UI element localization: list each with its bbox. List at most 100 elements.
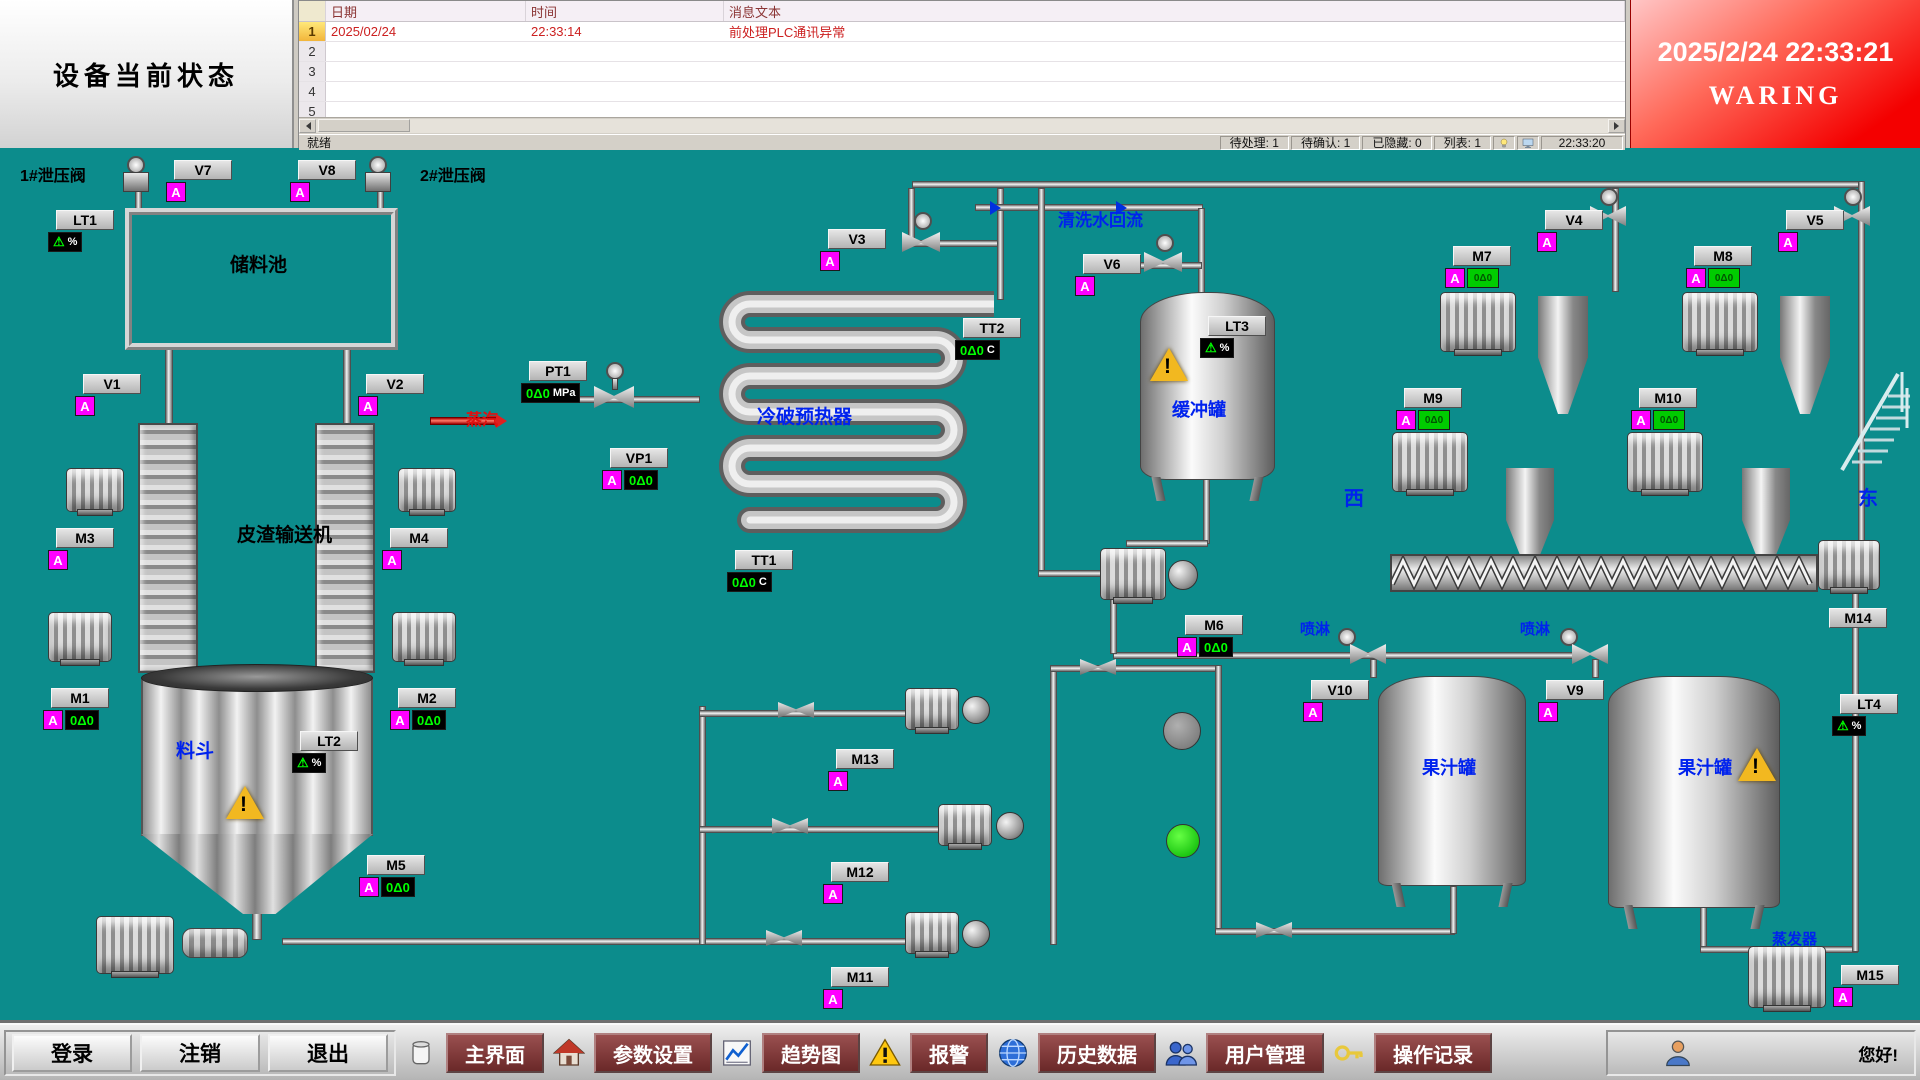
tag-m2[interactable]: M2A0Δ0 bbox=[398, 688, 456, 730]
tag-m8[interactable]: M8A0Δ0 bbox=[1694, 246, 1752, 288]
tag-label[interactable]: M7 bbox=[1453, 246, 1511, 266]
tag-label[interactable]: M13 bbox=[836, 749, 894, 769]
alarm-row[interactable]: 4 bbox=[299, 82, 1625, 102]
tag-label[interactable]: M10 bbox=[1639, 388, 1697, 408]
tag-m7[interactable]: M7A0Δ0 bbox=[1453, 246, 1511, 288]
tag-label[interactable]: M6 bbox=[1185, 615, 1243, 635]
tag-label[interactable]: V7 bbox=[174, 160, 232, 180]
tag-v8[interactable]: V8A bbox=[298, 160, 356, 202]
tag-label[interactable]: M15 bbox=[1841, 965, 1899, 985]
tag-label[interactable]: LT1 bbox=[56, 210, 114, 230]
alarm-row[interactable]: 5 bbox=[299, 102, 1625, 117]
alarm-row[interactable]: 2 bbox=[299, 42, 1625, 62]
v6-valve-wheel-icon[interactable] bbox=[1156, 234, 1174, 252]
tag-lt3[interactable]: LT3⚠% bbox=[1208, 316, 1266, 358]
tag-label[interactable]: M14 bbox=[1829, 608, 1887, 628]
tag-label[interactable]: V5 bbox=[1786, 210, 1844, 230]
nav-button-参数设置[interactable]: 参数设置 bbox=[594, 1033, 712, 1073]
tag-label[interactable]: M5 bbox=[367, 855, 425, 875]
tag-label[interactable]: TT1 bbox=[735, 550, 793, 570]
inline-valve-5-icon[interactable] bbox=[1256, 922, 1292, 938]
tag-tt1[interactable]: TT10Δ0C bbox=[735, 550, 793, 592]
tag-label[interactable]: V9 bbox=[1546, 680, 1604, 700]
tag-label[interactable]: M2 bbox=[398, 688, 456, 708]
spray-valve-1-wheel-icon[interactable] bbox=[1338, 628, 1356, 646]
v6-valve-icon[interactable] bbox=[1144, 252, 1182, 272]
tag-label[interactable]: M11 bbox=[831, 967, 889, 987]
tag-label[interactable]: V6 bbox=[1083, 254, 1141, 274]
tag-m4[interactable]: M4A bbox=[390, 528, 448, 570]
scroll-track[interactable] bbox=[316, 119, 1608, 133]
tag-m10[interactable]: M10A0Δ0 bbox=[1639, 388, 1697, 430]
v3-valve-icon[interactable] bbox=[902, 232, 940, 252]
tag-lt1[interactable]: LT1⚠% bbox=[56, 210, 114, 252]
alarm-hscrollbar[interactable] bbox=[299, 117, 1625, 134]
tag-label[interactable]: M12 bbox=[831, 862, 889, 882]
tag-m6[interactable]: M6A0Δ0 bbox=[1185, 615, 1243, 657]
scroll-left-button[interactable] bbox=[299, 119, 316, 133]
tag-v10[interactable]: V10A bbox=[1311, 680, 1369, 722]
tag-label[interactable]: M1 bbox=[51, 688, 109, 708]
tag-v2[interactable]: V2A bbox=[366, 374, 424, 416]
tag-m15[interactable]: M15A bbox=[1841, 965, 1899, 1007]
tag-label[interactable]: V10 bbox=[1311, 680, 1369, 700]
nav-button-趋势图[interactable]: 趋势图 bbox=[762, 1033, 860, 1073]
tag-label[interactable]: V4 bbox=[1545, 210, 1603, 230]
tag-label[interactable]: V2 bbox=[366, 374, 424, 394]
nav-button-主界面[interactable]: 主界面 bbox=[446, 1033, 544, 1073]
v4-valve-wheel-icon[interactable] bbox=[1600, 188, 1618, 206]
scroll-right-button[interactable] bbox=[1608, 119, 1625, 133]
v3-valve-wheel-icon[interactable] bbox=[914, 212, 932, 230]
tag-v1[interactable]: V1A bbox=[83, 374, 141, 416]
tag-v3[interactable]: V3A bbox=[828, 229, 886, 271]
scroll-thumb[interactable] bbox=[318, 119, 410, 132]
spray-valve-1-icon[interactable] bbox=[1350, 644, 1386, 664]
session-button-注销[interactable]: 注销 bbox=[140, 1034, 260, 1072]
tag-label[interactable]: LT2 bbox=[300, 731, 358, 751]
nav-button-操作记录[interactable]: 操作记录 bbox=[1374, 1033, 1492, 1073]
tag-label[interactable]: M4 bbox=[390, 528, 448, 548]
nav-button-历史数据[interactable]: 历史数据 bbox=[1038, 1033, 1156, 1073]
tag-label[interactable]: TT2 bbox=[963, 318, 1021, 338]
tag-m9[interactable]: M9A0Δ0 bbox=[1404, 388, 1462, 430]
tag-v7[interactable]: V7A bbox=[174, 160, 232, 202]
inline-valve-4-icon[interactable] bbox=[1080, 659, 1116, 675]
bulb-icon[interactable] bbox=[1493, 136, 1515, 150]
tag-v5[interactable]: V5A bbox=[1786, 210, 1844, 252]
tag-label[interactable]: V1 bbox=[83, 374, 141, 394]
spray-valve-2-wheel-icon[interactable] bbox=[1560, 628, 1578, 646]
tag-pt1[interactable]: PT10Δ0MPa bbox=[529, 361, 587, 403]
tag-m1[interactable]: M1A0Δ0 bbox=[51, 688, 109, 730]
tag-label[interactable]: M9 bbox=[1404, 388, 1462, 408]
tag-tt2[interactable]: TT20Δ0C bbox=[963, 318, 1021, 360]
tag-v4[interactable]: V4A bbox=[1545, 210, 1603, 252]
tag-m5[interactable]: M5A0Δ0 bbox=[367, 855, 425, 897]
spray-valve-2-icon[interactable] bbox=[1572, 644, 1608, 664]
tag-label[interactable]: PT1 bbox=[529, 361, 587, 381]
alarm-row[interactable]: 3 bbox=[299, 62, 1625, 82]
tag-label[interactable]: LT4 bbox=[1840, 694, 1898, 714]
tag-v6[interactable]: V6A bbox=[1083, 254, 1141, 296]
alarm-row[interactable]: 12025/02/2422:33:14前处理PLC通讯异常 bbox=[299, 22, 1625, 42]
tag-m13[interactable]: M13A bbox=[836, 749, 894, 791]
tag-m12[interactable]: M12A bbox=[831, 862, 889, 904]
tag-m14[interactable]: M14 bbox=[1829, 608, 1887, 628]
tag-lt4[interactable]: LT4⚠% bbox=[1840, 694, 1898, 736]
tag-vp1[interactable]: VP1A0Δ0 bbox=[610, 448, 668, 490]
tag-lt2[interactable]: LT2⚠% bbox=[300, 731, 358, 773]
v5-valve-wheel-icon[interactable] bbox=[1844, 188, 1862, 206]
tag-label[interactable]: V3 bbox=[828, 229, 886, 249]
tag-v9[interactable]: V9A bbox=[1546, 680, 1604, 722]
tag-label[interactable]: M3 bbox=[56, 528, 114, 548]
nav-button-用户管理[interactable]: 用户管理 bbox=[1206, 1033, 1324, 1073]
session-button-退出[interactable]: 退出 bbox=[268, 1034, 388, 1072]
pipe bbox=[908, 188, 915, 243]
nav-button-报警[interactable]: 报警 bbox=[910, 1033, 988, 1073]
tag-m3[interactable]: M3A bbox=[56, 528, 114, 570]
tag-label[interactable]: VP1 bbox=[610, 448, 668, 468]
tag-label[interactable]: M8 bbox=[1694, 246, 1752, 266]
tag-m11[interactable]: M11A bbox=[831, 967, 889, 1009]
tag-label[interactable]: V8 bbox=[298, 160, 356, 180]
tag-label[interactable]: LT3 bbox=[1208, 316, 1266, 336]
session-button-登录[interactable]: 登录 bbox=[12, 1034, 132, 1072]
